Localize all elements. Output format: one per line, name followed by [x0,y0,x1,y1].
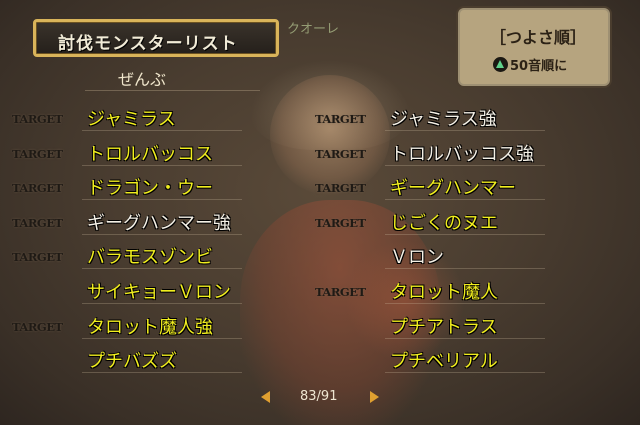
target-tag: TARGET [12,320,63,334]
monster-name: トロルバッコス [87,144,213,165]
target-tag: TARGET [12,181,63,195]
monster-name: プチアトラス [390,317,498,338]
monster-name: プチベリアル [390,351,498,372]
monster-name: ギーグハンマー強 [87,213,231,234]
target-tag: TARGET [12,216,63,230]
row-underline [385,372,545,373]
monster-list-item[interactable]: TARGET タロット魔人 [315,276,545,306]
row-underline [385,338,545,339]
monster-name: ギーグハンマー [390,178,516,199]
category-underline [85,90,260,91]
sort-hint-text: 50音順に [510,59,568,74]
row-underline [82,372,242,373]
target-tag: TARGET [315,112,366,126]
monster-name: バラモスゾンビ [87,247,213,268]
target-tag: TARGET [315,147,366,161]
monster-list-item[interactable]: サイキョーＶロン [12,276,242,306]
monster-name: サイキョーＶロン [87,282,231,303]
monster-list-item[interactable]: TARGET ギーグハンマー強 [12,207,242,237]
sort-panel[interactable]: ［つよさ順］ 50音順に [458,8,610,86]
target-tag: TARGET [315,216,366,230]
row-underline [385,199,545,200]
monster-list-item[interactable]: TARGET トロルバッコス [12,138,242,168]
monster-name: ドラゴン・ウー [87,178,213,199]
target-tag: TARGET [12,147,63,161]
monster-name: タロット魔人強 [87,317,213,338]
monster-name: じごくのヌエ [390,213,498,234]
monster-list-item[interactable]: プチバズズ [12,345,242,375]
prev-page-arrow-icon[interactable] [261,391,270,403]
triangle-button-icon [493,57,508,72]
screen-title: 討伐モンスターリスト [58,34,238,54]
row-underline [385,268,545,269]
target-tag: TARGET [315,181,366,195]
row-underline [82,165,242,166]
monster-list-item[interactable]: プチアトラス [315,311,545,341]
page-indicator: 83/91 [300,389,338,404]
monster-list-item[interactable]: TARGET ジャミラス [12,103,242,133]
row-underline [82,303,242,304]
category-filter[interactable]: ぜんぶ [118,66,166,90]
monster-list-item[interactable]: TARGET じごくのヌエ [315,207,545,237]
monster-name: プチバズズ [87,351,177,372]
pager: 83/91 [0,384,640,414]
row-underline [385,234,545,235]
monster-list-item[interactable]: TARGET ドラゴン・ウー [12,172,242,202]
monster-list-item[interactable]: TARGET ジャミラス強 [315,103,545,133]
faded-character-name: クオーレ [287,22,340,37]
title-plate: 討伐モンスターリスト [33,19,279,57]
monster-name: ジャミラス [87,109,176,130]
monster-name: ジャミラス強 [390,109,497,130]
target-tag: TARGET [12,112,63,126]
monster-list-item[interactable]: TARGET バラモスゾンビ [12,241,242,271]
monster-list-item[interactable]: TARGET ギーグハンマー [315,172,545,202]
row-underline [385,130,545,131]
next-page-arrow-icon[interactable] [370,391,379,403]
sort-toggle-hint[interactable]: 50音順に [493,55,567,74]
monster-list-item[interactable]: TARGET タロット魔人強 [12,311,242,341]
monster-list-item[interactable]: Ｖロン [315,241,545,271]
row-underline [385,303,545,304]
monster-name: トロルバッコス強 [390,144,534,165]
row-underline [82,338,242,339]
monster-list-item[interactable]: TARGET トロルバッコス強 [315,138,545,168]
monster-list-item[interactable]: プチベリアル [315,345,545,375]
row-underline [385,165,545,166]
row-underline [82,130,242,131]
row-underline [82,268,242,269]
row-underline [82,234,242,235]
game-screen: 討伐モンスターリスト クオーレ ［つよさ順］ 50音順に ぜんぶ TARGET ジ… [0,0,640,425]
row-underline [82,199,242,200]
sort-mode-label: ［つよさ順］ [490,28,587,47]
monster-name: Ｖロン [390,247,444,268]
monster-name: タロット魔人 [390,282,498,303]
target-tag: TARGET [12,250,63,264]
target-tag: TARGET [315,285,366,299]
